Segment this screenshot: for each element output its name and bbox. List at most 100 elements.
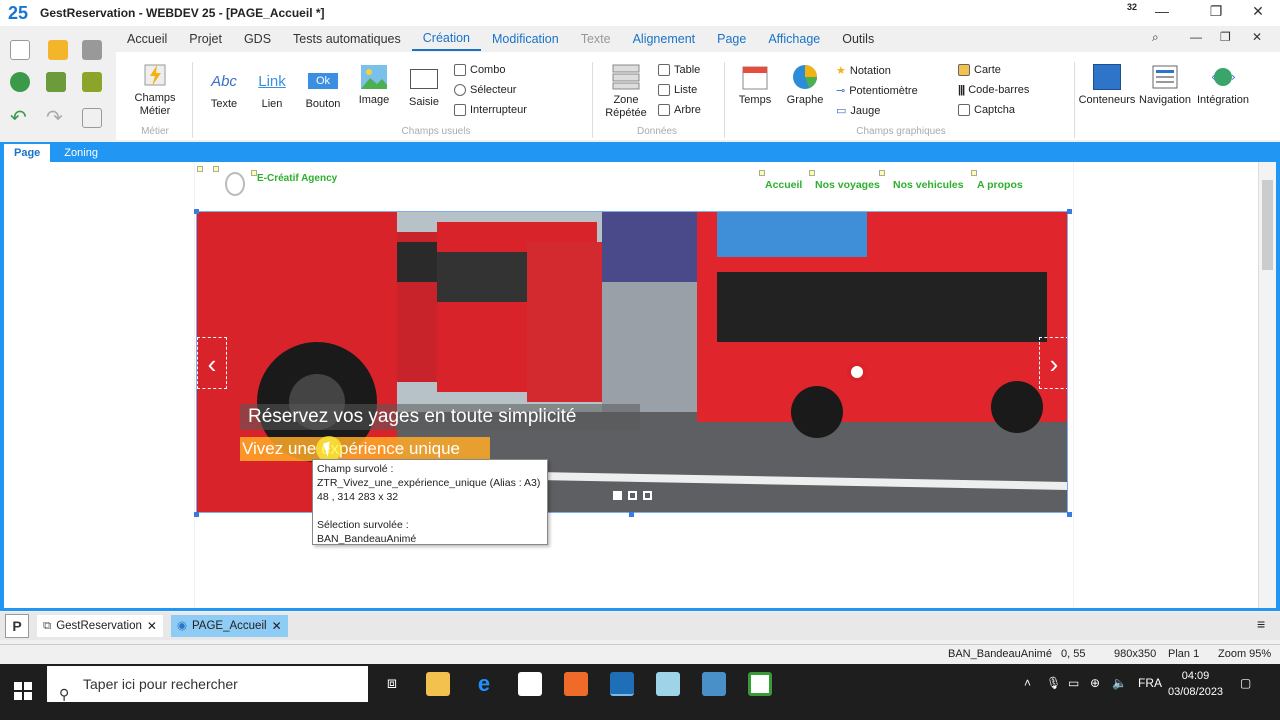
- tab-menu-icon[interactable]: ≡: [1257, 616, 1265, 632]
- conteneurs-button[interactable]: Conteneurs: [1078, 64, 1136, 107]
- maximize-icon[interactable]: ❐: [1204, 3, 1228, 20]
- menu-affichage[interactable]: Affichage: [757, 28, 831, 50]
- saisie-button[interactable]: Saisie: [404, 66, 444, 109]
- nav-a-propos[interactable]: A propos: [977, 179, 1023, 191]
- temps-button[interactable]: Temps: [734, 64, 776, 107]
- volume-icon[interactable]: 🔈: [1112, 676, 1127, 690]
- integration-icon: ‹ ›: [1208, 64, 1238, 90]
- banner-caption-subtitle[interactable]: Vivez une expérience unique: [240, 437, 490, 461]
- navigation-button[interactable]: Navigation: [1136, 64, 1194, 107]
- tab-zoning[interactable]: Zoning: [54, 144, 108, 162]
- banner-caption-title[interactable]: Réservez vos yages en toute simplicité: [240, 404, 640, 430]
- camtasia-icon[interactable]: [748, 672, 772, 696]
- store-icon[interactable]: [564, 672, 588, 696]
- banner-next-arrow[interactable]: ›: [1039, 337, 1067, 389]
- integration-button[interactable]: ‹ › Intégration: [1194, 64, 1252, 107]
- nav-nos-voyages[interactable]: Nos voyages: [815, 179, 880, 191]
- battery-icon[interactable]: ▭: [1068, 676, 1079, 690]
- image-button[interactable]: Image: [354, 64, 394, 107]
- close-tab-icon[interactable]: ✕: [147, 615, 157, 637]
- open-folder-icon[interactable]: [48, 40, 68, 60]
- carte-button[interactable]: Carte: [958, 64, 1001, 76]
- scrollbar-thumb[interactable]: [1262, 180, 1273, 270]
- taskbar-clock[interactable]: 04:09 03/08/2023: [1168, 668, 1223, 700]
- network-icon[interactable]: ⊕: [1090, 676, 1100, 690]
- potentiometre-button[interactable]: ⊸ Potentiomètre: [836, 84, 918, 98]
- ribbon-minimize-icon[interactable]: —: [1190, 30, 1202, 44]
- status-position: 0, 55: [1061, 648, 1086, 660]
- microphone-icon[interactable]: 🎙: [1046, 676, 1061, 690]
- champs-metier-button[interactable]: Champs Métier: [130, 62, 180, 118]
- ribbon-search-icon[interactable]: ⌕: [1152, 30, 1159, 45]
- build-icon[interactable]: [46, 72, 66, 92]
- undo-icon[interactable]: ↶: [10, 108, 30, 128]
- notation-button[interactable]: ★ Notation: [836, 64, 891, 78]
- repeated-zone-icon: [611, 64, 641, 90]
- page-editor[interactable]: E-Créatif Agency Accueil Nos voyages Nos…: [4, 162, 1258, 608]
- close-icon[interactable]: ✕: [1246, 3, 1270, 20]
- texte-button[interactable]: Abc Texte: [204, 68, 244, 111]
- menu-gds[interactable]: GDS: [233, 28, 282, 50]
- combo-button[interactable]: Combo: [454, 64, 505, 76]
- menu-tests[interactable]: Tests automatiques: [282, 28, 412, 50]
- menu-projet[interactable]: Projet: [178, 28, 233, 50]
- code-barres-button[interactable]: ||| Code-barres: [958, 84, 1029, 96]
- site-name[interactable]: E-Créatif Agency: [257, 173, 337, 184]
- nav-nos-vehicules[interactable]: Nos vehicules: [893, 179, 964, 191]
- mail-icon[interactable]: [518, 672, 542, 696]
- menu-texte[interactable]: Texte: [570, 28, 622, 50]
- taskbar-search-input[interactable]: ⚲ Taper ici pour rechercher: [47, 666, 368, 702]
- webdev-taskbar-icon[interactable]: [610, 672, 634, 696]
- menu-outils[interactable]: Outils: [831, 28, 885, 50]
- combo-icon: [454, 64, 466, 76]
- abc-icon: Abc: [211, 72, 237, 90]
- banner-dot-3[interactable]: [643, 491, 652, 500]
- doctab-page[interactable]: ◉ PAGE_Accueil ✕: [170, 615, 288, 637]
- liste-button[interactable]: Liste: [658, 84, 697, 96]
- doctab-project[interactable]: ⧉ GestReservation ✕: [37, 615, 163, 637]
- ribbon-restore-icon[interactable]: ❐: [1220, 30, 1231, 44]
- captcha-button[interactable]: Captcha: [958, 104, 1015, 116]
- nav-accueil[interactable]: Accueil: [765, 179, 802, 191]
- globe-icon[interactable]: [10, 72, 30, 92]
- site-logo-icon[interactable]: [225, 172, 245, 196]
- editor-vertical-scrollbar[interactable]: [1258, 162, 1276, 608]
- file-explorer-icon[interactable]: [426, 672, 450, 696]
- menu-modification[interactable]: Modification: [481, 28, 570, 50]
- lien-button[interactable]: Link Lien: [254, 68, 290, 111]
- tab-page[interactable]: Page: [4, 144, 51, 162]
- tray-chevron-icon[interactable]: ˄: [1024, 676, 1031, 690]
- photos-icon[interactable]: [702, 672, 726, 696]
- zone-repetee-button[interactable]: Zone Répétée: [602, 64, 650, 120]
- language-indicator[interactable]: FRA: [1138, 676, 1162, 690]
- graphe-button[interactable]: Graphe: [784, 64, 826, 107]
- menu-page[interactable]: Page: [706, 28, 757, 50]
- menu-alignement[interactable]: Alignement: [622, 28, 707, 50]
- redo-icon[interactable]: ↷: [46, 108, 66, 128]
- arbre-button[interactable]: Arbre: [658, 104, 701, 116]
- menu-creation[interactable]: Création: [411, 27, 481, 51]
- status-bar: BAN_BandeauAnimé 0, 55 980x350 Plan 1 Zo…: [0, 644, 1280, 664]
- jauge-button[interactable]: ▭ Jauge: [836, 104, 880, 118]
- interrupteur-button[interactable]: Interrupteur: [454, 104, 527, 116]
- go-icon[interactable]: [82, 72, 102, 92]
- task-view-icon[interactable]: ⧈: [380, 672, 404, 696]
- banner-dot-2[interactable]: [628, 491, 637, 500]
- app-icon[interactable]: [656, 672, 680, 696]
- minimize-icon[interactable]: —: [1150, 3, 1174, 19]
- p-badge-icon[interactable]: P: [5, 614, 29, 638]
- selecteur-button[interactable]: Sélecteur: [454, 84, 516, 96]
- structure-icon[interactable]: [82, 108, 102, 128]
- close-tab-icon[interactable]: ✕: [272, 615, 282, 637]
- table-button[interactable]: Table: [658, 64, 700, 76]
- banner-dot-1[interactable]: [613, 491, 622, 500]
- banner-prev-arrow[interactable]: ‹: [197, 337, 227, 389]
- windows-start-icon[interactable]: [14, 682, 32, 700]
- new-file-icon[interactable]: [10, 40, 30, 60]
- bouton-button[interactable]: Ok Bouton: [302, 68, 344, 111]
- ribbon-close-icon[interactable]: ✕: [1252, 30, 1262, 44]
- save-icon[interactable]: [82, 40, 102, 60]
- menu-accueil[interactable]: Accueil: [116, 28, 178, 50]
- notifications-icon[interactable]: ▢: [1240, 676, 1251, 690]
- edge-icon[interactable]: e: [472, 672, 496, 696]
